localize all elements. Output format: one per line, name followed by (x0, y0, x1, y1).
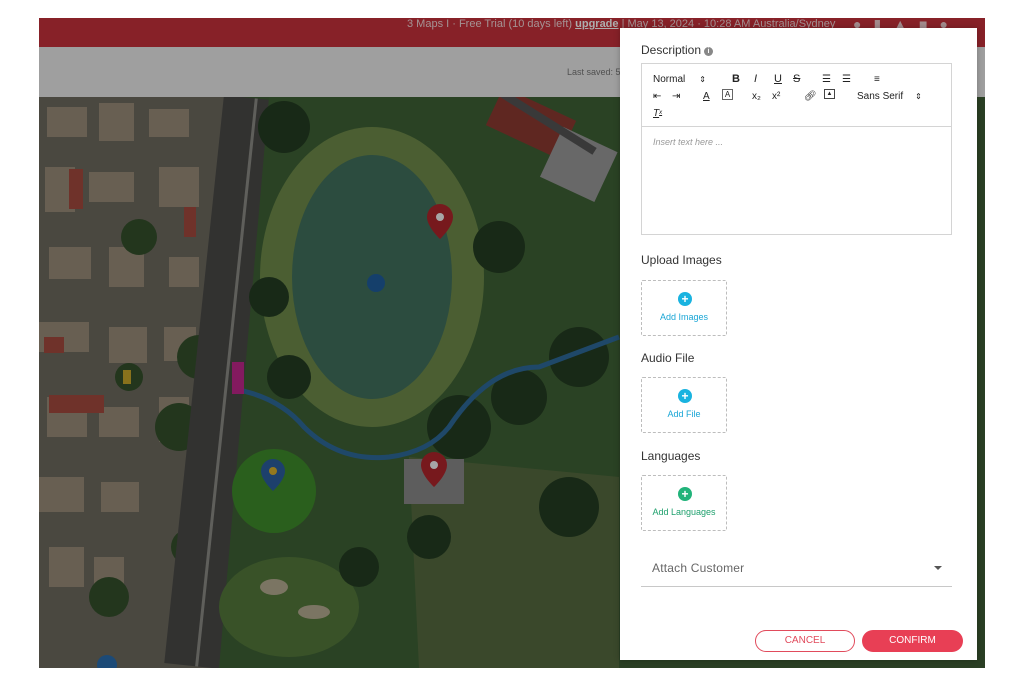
add-file-caption: Add File (667, 409, 701, 419)
plus-circle-icon: + (678, 389, 692, 403)
italic-button[interactable]: I (754, 72, 757, 86)
description-text-area[interactable]: Insert text here ... (642, 127, 951, 234)
image-icon[interactable]: ▲ (824, 89, 835, 99)
confirm-button[interactable]: CONFIRM (862, 630, 963, 652)
link-icon[interactable]: 🔗︎ (804, 89, 817, 103)
attach-customer-placeholder: Attach Customer (652, 561, 745, 575)
ordered-list-icon[interactable]: ☰ (822, 72, 831, 86)
editor-toolbar: Normal ⇕ B I U S ☰ ☰ ≡ ⇤ ⇥ A A x₂ x² 🔗︎ ▲… (642, 64, 951, 127)
align-left-icon[interactable]: ≡ (874, 72, 880, 86)
add-file-button[interactable]: + Add File (641, 377, 727, 433)
rich-text-editor: Normal ⇕ B I U S ☰ ☰ ≡ ⇤ ⇥ A A x₂ x² 🔗︎ ▲… (641, 63, 952, 235)
add-languages-caption: Add Languages (652, 507, 716, 517)
bold-button[interactable]: B (732, 72, 740, 86)
info-icon[interactable]: i (704, 47, 714, 56)
description-placeholder: Insert text here ... (653, 137, 724, 147)
font-family-value: Sans Serif (857, 90, 904, 102)
superscript-icon[interactable]: x² (772, 89, 780, 103)
underline-button[interactable]: U (774, 72, 782, 86)
plus-circle-icon: + (678, 487, 692, 501)
indent-decrease-icon[interactable]: ⇤ (653, 89, 661, 103)
background-color-icon[interactable]: A (722, 89, 733, 100)
clear-format-icon[interactable]: Tx (653, 106, 662, 120)
cancel-button[interactable]: CANCEL (755, 630, 855, 652)
indent-increase-icon[interactable]: ⇥ (672, 89, 680, 103)
font-family-select[interactable]: Sans Serif ⇕ (857, 89, 922, 103)
strike-button[interactable]: S (793, 72, 800, 86)
add-images-button[interactable]: + Add Images (641, 280, 727, 336)
attach-customer-select[interactable]: Attach Customer (641, 552, 952, 587)
select-arrows-icon: ⇕ (699, 74, 706, 84)
app-root: 3 Maps I · Free Trial (10 days left) upg… (0, 0, 1024, 688)
dropdown-arrow-icon (934, 566, 942, 570)
description-label-text: Description (641, 43, 702, 57)
bullet-list-icon[interactable]: ☰ (842, 72, 851, 86)
text-color-icon[interactable]: A (703, 89, 710, 103)
upload-images-label: Upload Images (641, 253, 722, 267)
add-images-caption: Add Images (659, 312, 709, 322)
audio-file-label: Audio File (641, 351, 695, 365)
languages-label: Languages (641, 449, 701, 463)
plus-circle-icon: + (678, 292, 692, 306)
subscript-icon[interactable]: x₂ (752, 89, 761, 103)
text-style-value: Normal (653, 73, 686, 85)
add-languages-button[interactable]: + Add Languages (641, 475, 727, 531)
description-label: Description i (641, 43, 714, 57)
select-arrows-icon: ⇕ (915, 91, 922, 101)
marker-details-modal: Description i Normal ⇕ B I U S ☰ ☰ ≡ ⇤ ⇥ A… (620, 28, 977, 660)
text-style-select[interactable]: Normal ⇕ (653, 72, 706, 86)
